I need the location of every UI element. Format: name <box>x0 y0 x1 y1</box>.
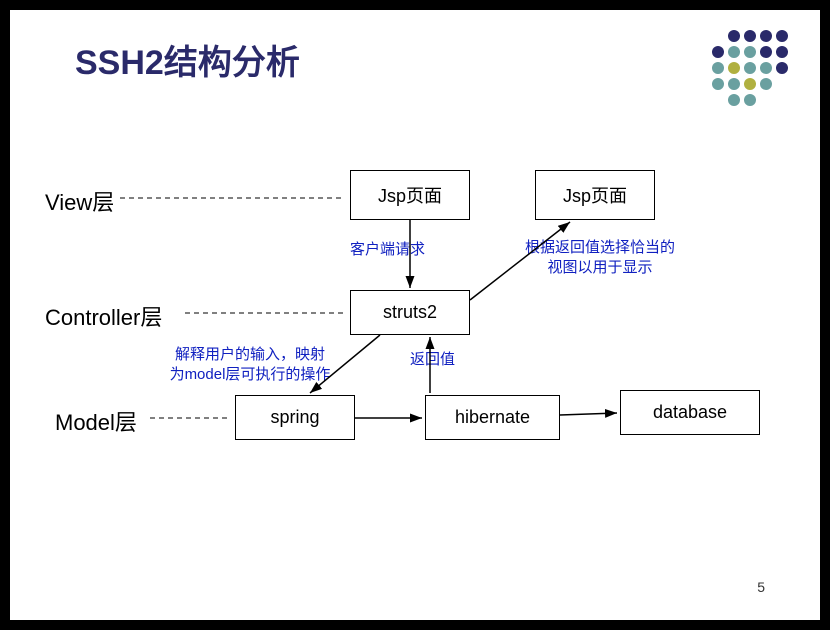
annotation-parse-input: 解释用户的输入，映射为model层可执行的操作 <box>155 345 345 384</box>
jsp-box-2: Jsp页面 <box>535 170 655 220</box>
annotation-return-value: 返回值 <box>410 350 455 370</box>
hibernate-box: hibernate <box>425 395 560 440</box>
view-layer-label: View层 <box>45 185 114 217</box>
controller-layer-label: Controller层 <box>45 300 162 332</box>
jsp-box-1: Jsp页面 <box>350 170 470 220</box>
page-number: 5 <box>757 579 765 595</box>
annotation-select-view: 根据返回值选择恰当的视图以用于显示 <box>510 238 690 277</box>
database-box: database <box>620 390 760 435</box>
spring-box: spring <box>235 395 355 440</box>
slide: SSH2结构分析 View层 Controller层 Model层 Jsp页面 … <box>10 10 820 620</box>
annotation-client-request: 客户端请求 <box>350 240 425 260</box>
decorative-dots <box>712 30 790 108</box>
struts2-box: struts2 <box>350 290 470 335</box>
slide-title: SSH2结构分析 <box>75 35 300 84</box>
model-layer-label: Model层 <box>55 405 137 437</box>
